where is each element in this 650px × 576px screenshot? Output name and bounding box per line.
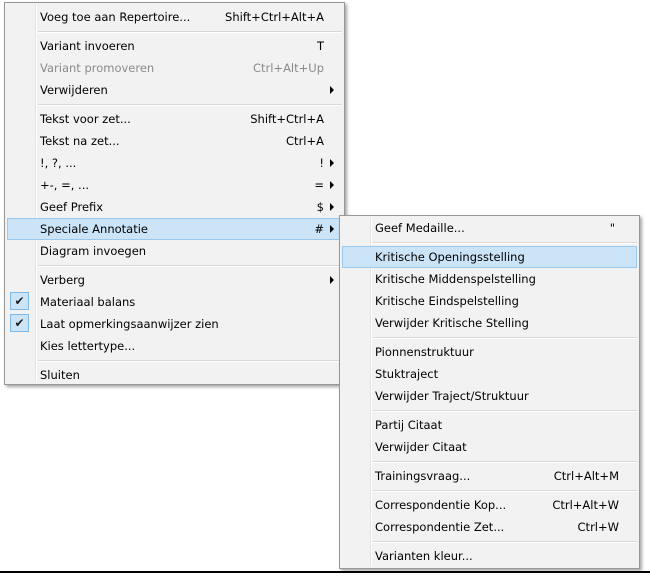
menu-item-shortcut: Ctrl+Alt+W — [552, 498, 619, 512]
menu-item-label: Materiaal balans — [40, 295, 136, 309]
menu-item-hide[interactable]: Verberg — [7, 269, 342, 291]
menu-item-special-annotation[interactable]: Speciale Annotatie # — [7, 218, 342, 240]
menu-separator — [38, 360, 342, 362]
menu-item-shortcut: Ctrl+W — [577, 520, 619, 534]
menu-item-label: Geef Prefix — [40, 200, 104, 214]
menu-item-label: Verwijder Traject/Struktuur — [375, 389, 529, 403]
menu-item-label: !, ?, ... — [40, 156, 77, 170]
menu-item-label: Laat opmerkingsaanwijzer zien — [40, 317, 219, 331]
menu-item-label: Kritische Middenspelstelling — [375, 272, 536, 286]
checkmark-icon: ✔ — [10, 314, 29, 332]
submenu-item-game-quote[interactable]: Partij Citaat — [342, 414, 637, 436]
menu-item-label: Kritische Openingsstelling — [375, 250, 525, 264]
menu-item-material-balance[interactable]: ✔ Materiaal balans — [7, 291, 342, 313]
checkmark-icon: ✔ — [10, 292, 29, 310]
menu-separator — [373, 410, 637, 412]
menu-item-shortcut: Ctrl+Alt+M — [553, 469, 619, 483]
submenu-item-give-medal[interactable]: Geef Medaille... " — [342, 217, 637, 239]
menu-item-text-before-move[interactable]: Tekst voor zet... Shift+Ctrl+A — [7, 108, 342, 130]
menu-item-label: +-, =, ... — [40, 178, 90, 192]
menu-item-shortcut: Ctrl+A — [286, 134, 324, 148]
menu-separator — [373, 461, 637, 463]
submenu-item-critical-endgame[interactable]: Kritische Eindspelstelling — [342, 290, 637, 312]
menu-item-insert-diagram[interactable]: Diagram invoegen — [7, 240, 342, 262]
menu-item-choose-font[interactable]: Kies lettertype... — [7, 335, 342, 357]
menu-item-shortcut: Shift+Ctrl+Alt+A — [225, 10, 324, 24]
menu-separator — [38, 104, 342, 106]
chevron-right-icon — [330, 181, 334, 189]
menu-item-position-annotation[interactable]: +-, =, ... = — [7, 174, 342, 196]
menu-item-give-prefix[interactable]: Geef Prefix $ — [7, 196, 342, 218]
menu-item-shortcut: Shift+Ctrl+A — [250, 112, 324, 126]
submenu-item-correspondence-header[interactable]: Correspondentie Kop... Ctrl+Alt+W — [342, 494, 637, 516]
chevron-right-icon — [330, 86, 334, 94]
submenu-item-critical-opening[interactable]: Kritische Openingsstelling — [342, 246, 637, 268]
menu-item-shortcut: T — [316, 39, 324, 53]
menu-item-text-after-move[interactable]: Tekst na zet... Ctrl+A — [7, 130, 342, 152]
menu-item-label: Variant promoveren — [40, 61, 155, 75]
menu-item-label: Pionnenstruktuur — [375, 345, 474, 359]
menu-item-delete[interactable]: Verwijderen — [7, 79, 342, 101]
menu-item-label: Varianten kleur... — [375, 549, 473, 563]
submenu-item-piece-path[interactable]: Stuktraject — [342, 363, 637, 385]
menu-item-label: Trainingsvraag... — [375, 469, 471, 483]
menu-item-label: Verwijder Kritische Stelling — [375, 316, 529, 330]
menu-separator — [373, 541, 637, 543]
submenu-item-remove-path-structure[interactable]: Verwijder Traject/Struktuur — [342, 385, 637, 407]
menu-item-label: Tekst na zet... — [40, 134, 120, 148]
submenu-item-training-question[interactable]: Trainingsvraag... Ctrl+Alt+M — [342, 465, 637, 487]
menu-item-enter-variation[interactable]: Variant invoeren T — [7, 35, 342, 57]
menu-item-label: Speciale Annotatie — [40, 222, 148, 236]
menu-item-label: Verwijder Citaat — [375, 440, 467, 454]
menu-item-label: Stuktraject — [375, 367, 439, 381]
menu-item-label: Verwijderen — [40, 83, 108, 97]
menu-item-show-comment-indicator[interactable]: ✔ Laat opmerkingsaanwijzer zien — [7, 313, 342, 335]
menu-separator — [38, 265, 342, 267]
menu-separator — [38, 31, 342, 33]
menu-item-shortcut: " — [609, 221, 615, 235]
menu-separator — [373, 242, 637, 244]
chevron-right-icon — [330, 203, 334, 211]
menu-item-label: Voeg toe aan Repertoire... — [40, 10, 191, 24]
chevron-right-icon — [330, 276, 334, 284]
menu-item-shortcut: $ — [316, 200, 324, 214]
menu-item-label: Correspondentie Kop... — [375, 498, 507, 512]
menu-item-add-to-repertoire[interactable]: Voeg toe aan Repertoire... Shift+Ctrl+Al… — [7, 6, 342, 28]
menu-item-move-annotation[interactable]: !, ?, ... ! — [7, 152, 342, 174]
menu-item-label: Correspondentie Zet... — [375, 520, 505, 534]
menu-item-label: Sluiten — [40, 368, 80, 382]
menu-item-shortcut: Ctrl+Alt+Up — [252, 61, 324, 75]
menu-item-label: Partij Citaat — [375, 418, 443, 432]
menu-item-label: Tekst voor zet... — [40, 112, 131, 126]
menu-item-shortcut: # — [314, 222, 324, 236]
special-annotation-submenu: Geef Medaille... " Kritische Openingsste… — [339, 215, 640, 569]
menu-item-label: Kies lettertype... — [40, 339, 136, 353]
submenu-item-critical-middlegame[interactable]: Kritische Middenspelstelling — [342, 268, 637, 290]
submenu-item-variation-color[interactable]: Varianten kleur... — [342, 545, 637, 567]
window-bottom-border — [0, 571, 650, 573]
submenu-item-remove-critical[interactable]: Verwijder Kritische Stelling — [342, 312, 637, 334]
menu-item-label: Kritische Eindspelstelling — [375, 294, 519, 308]
submenu-item-remove-quote[interactable]: Verwijder Citaat — [342, 436, 637, 458]
menu-item-promote-variation[interactable]: Variant promoveren Ctrl+Alt+Up — [7, 57, 342, 79]
menu-item-shortcut: ! — [319, 156, 324, 170]
chevron-right-icon — [330, 159, 334, 167]
menu-item-close[interactable]: Sluiten — [7, 364, 342, 386]
context-menu: Voeg toe aan Repertoire... Shift+Ctrl+Al… — [4, 2, 345, 385]
menu-item-label: Verberg — [40, 273, 85, 287]
submenu-item-correspondence-move[interactable]: Correspondentie Zet... Ctrl+W — [342, 516, 637, 538]
menu-item-label: Variant invoeren — [40, 39, 135, 53]
chevron-right-icon — [330, 225, 334, 233]
menu-item-shortcut: = — [314, 178, 324, 192]
menu-separator — [373, 337, 637, 339]
menu-item-label: Geef Medaille... — [375, 221, 465, 235]
submenu-item-pawn-structure[interactable]: Pionnenstruktuur — [342, 341, 637, 363]
menu-item-label: Diagram invoegen — [40, 244, 147, 258]
menu-separator — [373, 490, 637, 492]
